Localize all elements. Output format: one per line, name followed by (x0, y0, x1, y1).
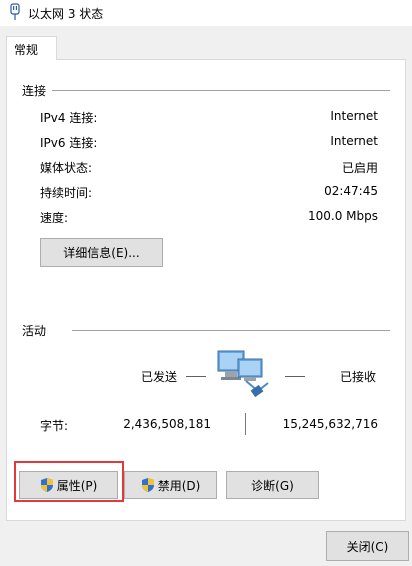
diagnose-button-label: 诊断(G) (251, 478, 294, 493)
ipv4-value: Internet (330, 109, 378, 123)
tab-general[interactable]: 常规 (6, 36, 57, 60)
title-bar[interactable]: 以太网 3 状态 (0, 0, 412, 26)
ipv6-label: IPv6 连接: (40, 136, 98, 150)
tab-panel (6, 59, 406, 521)
activity-section-title: 活动 (22, 324, 47, 338)
details-button[interactable]: 详细信息(E)... (40, 238, 163, 267)
speed-label: 速度: (40, 211, 69, 225)
close-button[interactable]: 关闭(C) (326, 531, 409, 561)
duration-value: 02:47:45 (324, 184, 378, 198)
connection-divider (52, 90, 390, 91)
uac-shield-icon (40, 478, 53, 492)
uac-shield-icon (141, 478, 154, 492)
disable-button[interactable]: 禁用(D) (124, 471, 217, 499)
activity-divider (72, 330, 390, 331)
diagnose-button[interactable]: 诊断(G) (226, 471, 319, 499)
connection-section-title: 连接 (22, 84, 47, 98)
network-computers-icon (217, 350, 269, 398)
bytes-sent-value: 2,436,508,181 (123, 417, 211, 431)
media-state-value: 已启用 (341, 161, 378, 175)
sent-dash (186, 376, 206, 377)
received-label: 已接收 (340, 370, 377, 384)
speed-value: 100.0 Mbps (307, 209, 378, 223)
ipv6-value: Internet (330, 134, 378, 148)
details-button-label: 详细信息(E)... (63, 246, 140, 260)
bytes-separator (245, 413, 246, 435)
properties-button-label: 属性(P) (56, 478, 98, 493)
close-button-label: 关闭(C) (346, 539, 389, 554)
properties-button[interactable]: 属性(P) (19, 471, 118, 499)
received-dash (285, 376, 305, 377)
bytes-label: 字节: (40, 419, 69, 433)
ipv4-label: IPv4 连接: (40, 111, 98, 125)
media-state-label: 媒体状态: (40, 161, 93, 175)
tab-general-label: 常规 (14, 43, 39, 57)
duration-label: 持续时间: (40, 186, 93, 200)
sent-label: 已发送 (141, 370, 178, 384)
ethernet-plug-icon (10, 3, 20, 20)
bytes-received-value: 15,245,632,716 (282, 417, 378, 431)
disable-button-label: 禁用(D) (157, 478, 201, 493)
window-title: 以太网 3 状态 (28, 7, 104, 21)
